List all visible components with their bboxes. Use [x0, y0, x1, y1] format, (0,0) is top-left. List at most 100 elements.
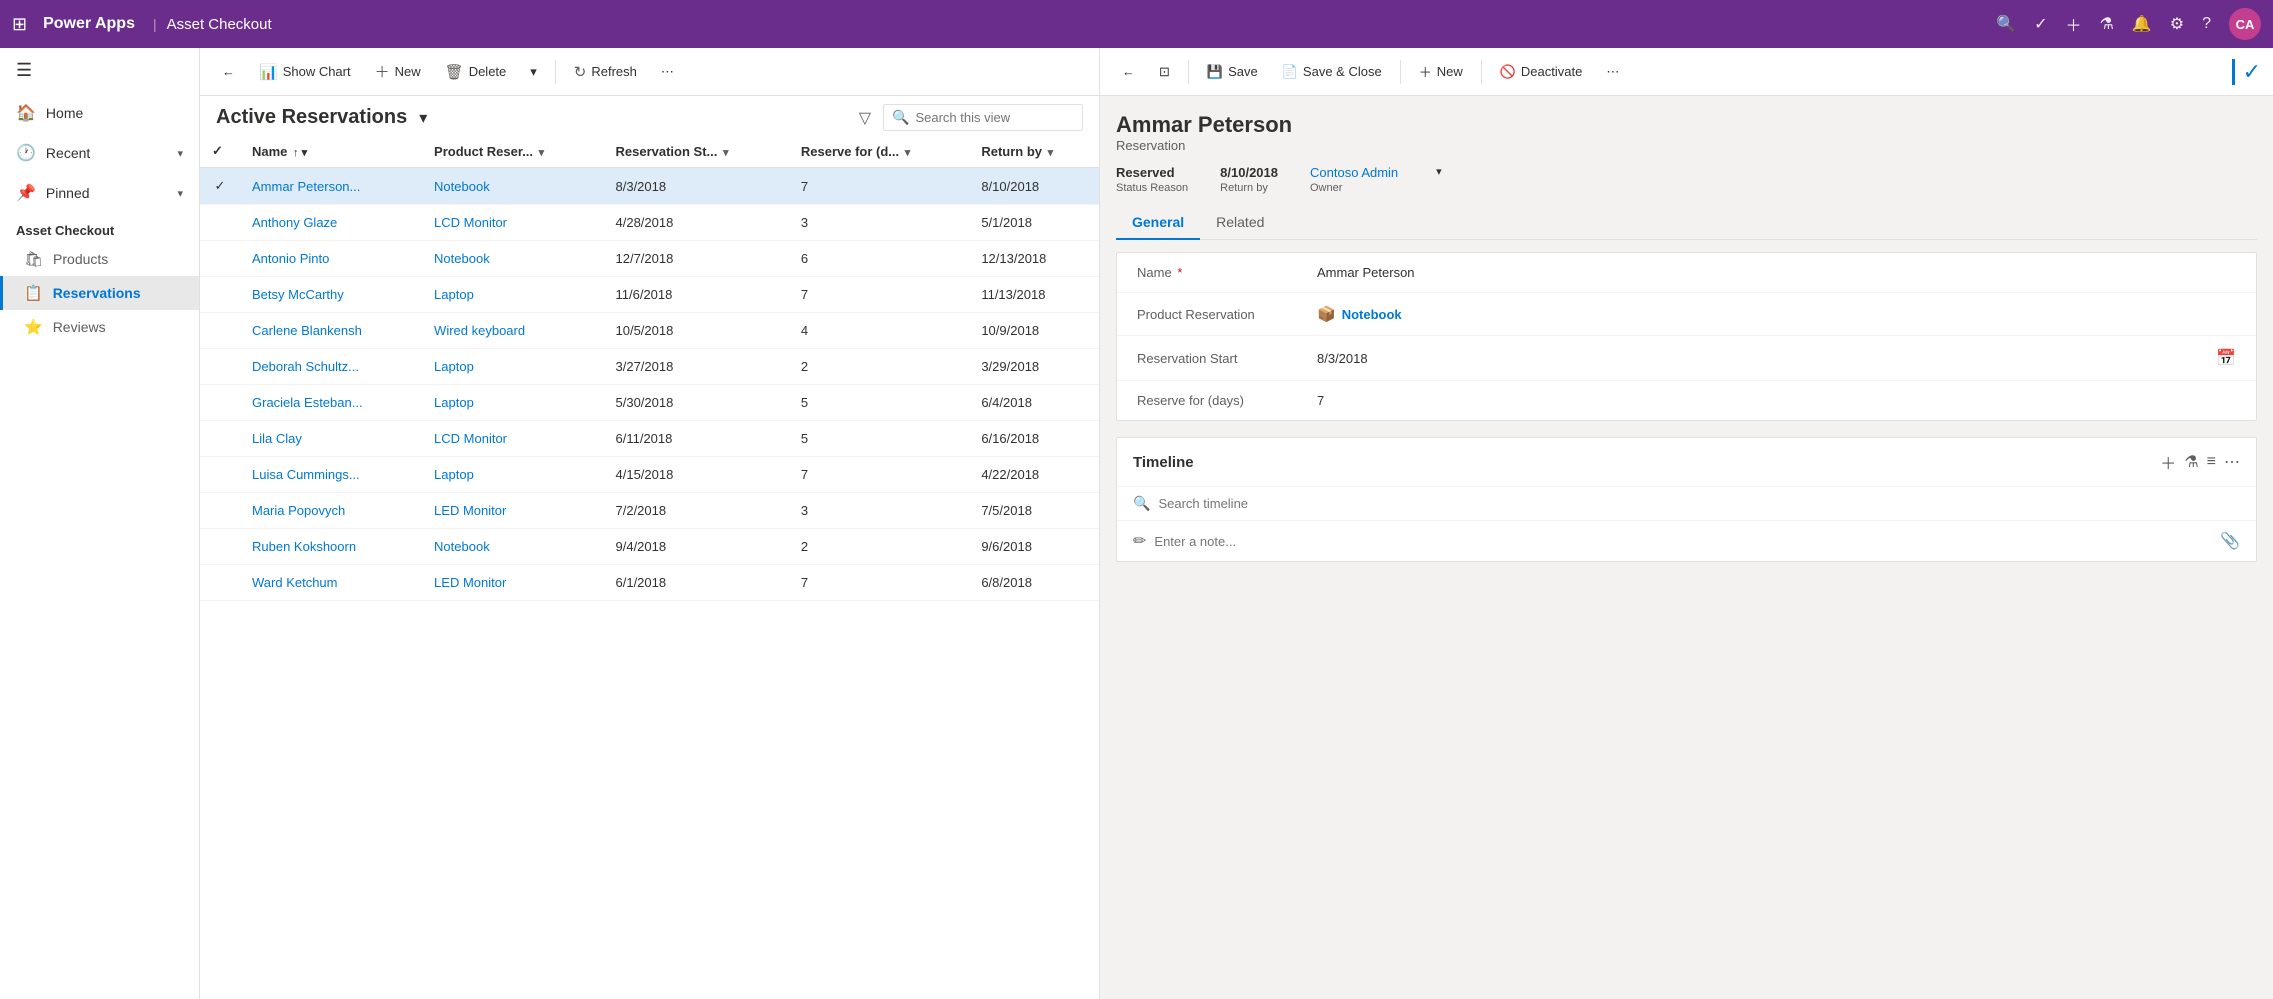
sidebar-toggle[interactable]: ☰ — [0, 48, 199, 93]
sidebar-item-recent[interactable]: 🕐 Recent ▾ — [0, 133, 199, 173]
row-check[interactable] — [200, 457, 240, 493]
table-row[interactable]: Anthony Glaze LCD Monitor 4/28/2018 3 5/… — [200, 205, 1099, 241]
row-name[interactable]: Ammar Peterson... — [240, 168, 422, 205]
sidebar-item-products[interactable]: 🛍 Products — [0, 242, 199, 276]
row-check[interactable]: ✓ — [200, 168, 240, 205]
timeline-note-input[interactable] — [1154, 534, 2212, 549]
reserve-for-value[interactable]: 7 — [1317, 393, 2236, 408]
row-check[interactable] — [200, 493, 240, 529]
name-link[interactable]: Lila Clay — [252, 431, 302, 446]
name-value[interactable]: Ammar Peterson — [1317, 265, 2236, 280]
table-row[interactable]: Ward Ketchum LED Monitor 6/1/2018 7 6/8/… — [200, 565, 1099, 601]
product-link[interactable]: LCD Monitor — [434, 215, 507, 230]
row-product[interactable]: Laptop — [422, 277, 603, 313]
tab-related[interactable]: Related — [1200, 206, 1280, 240]
row-name[interactable]: Ruben Kokshoorn — [240, 529, 422, 565]
row-name[interactable]: Graciela Esteban... — [240, 385, 422, 421]
row-product[interactable]: LCD Monitor — [422, 421, 603, 457]
timeline-filter-icon[interactable]: ⚗ — [2184, 452, 2198, 472]
search-input[interactable] — [915, 110, 1065, 125]
product-link[interactable]: Laptop — [434, 287, 474, 302]
col-product[interactable]: Product Reser... ▾ — [422, 135, 603, 168]
row-name[interactable]: Anthony Glaze — [240, 205, 422, 241]
col-reserve-for[interactable]: Reserve for (d... ▾ — [789, 135, 969, 168]
attach-icon[interactable]: 📎 — [2220, 531, 2240, 551]
timeline-more-icon[interactable]: ⋯ — [2224, 452, 2240, 472]
more-button[interactable]: ⋯ — [651, 58, 684, 86]
help-icon[interactable]: ? — [2202, 15, 2211, 33]
grid-icon[interactable]: ⊞ — [12, 14, 27, 35]
name-link[interactable]: Deborah Schultz... — [252, 359, 359, 374]
product-link[interactable]: LED Monitor — [434, 503, 506, 518]
row-name[interactable]: Betsy McCarthy — [240, 277, 422, 313]
row-product[interactable]: LCD Monitor — [422, 205, 603, 241]
table-row[interactable]: Betsy McCarthy Laptop 11/6/2018 7 11/13/… — [200, 277, 1099, 313]
product-link[interactable]: 📦 Notebook — [1317, 305, 1402, 323]
table-row[interactable]: Carlene Blankensh Wired keyboard 10/5/20… — [200, 313, 1099, 349]
name-link[interactable]: Luisa Cummings... — [252, 467, 360, 482]
table-row[interactable]: Antonio Pinto Notebook 12/7/2018 6 12/13… — [200, 241, 1099, 277]
calendar-icon[interactable]: 📅 — [2216, 348, 2236, 368]
product-link[interactable]: Notebook — [434, 179, 490, 194]
new-button[interactable]: ＋ New — [365, 55, 431, 88]
row-product[interactable]: Wired keyboard — [422, 313, 603, 349]
product-link[interactable]: Wired keyboard — [434, 323, 525, 338]
deactivate-button[interactable]: 🚫 Deactivate — [1490, 58, 1593, 86]
back-button[interactable]: ← — [212, 58, 245, 85]
product-link[interactable]: Laptop — [434, 395, 474, 410]
row-name[interactable]: Ward Ketchum — [240, 565, 422, 601]
name-link[interactable]: Ruben Kokshoorn — [252, 539, 356, 554]
save-button[interactable]: 💾 Save — [1197, 58, 1268, 86]
name-link[interactable]: Betsy McCarthy — [252, 287, 344, 302]
avatar[interactable]: CA — [2229, 8, 2261, 40]
row-name[interactable]: Antonio Pinto — [240, 241, 422, 277]
name-link[interactable]: Ammar Peterson... — [252, 179, 360, 194]
save-close-button[interactable]: 📄 Save & Close — [1272, 58, 1392, 86]
product-link[interactable]: LCD Monitor — [434, 431, 507, 446]
detail-view-button[interactable]: ⊡ — [1149, 58, 1180, 86]
table-row[interactable]: Deborah Schultz... Laptop 3/27/2018 2 3/… — [200, 349, 1099, 385]
row-name[interactable]: Maria Popovych — [240, 493, 422, 529]
product-link[interactable]: Notebook — [434, 539, 490, 554]
table-row[interactable]: ✓ Ammar Peterson... Notebook 8/3/2018 7 … — [200, 168, 1099, 205]
table-row[interactable]: Lila Clay LCD Monitor 6/11/2018 5 6/16/2… — [200, 421, 1099, 457]
row-name[interactable]: Carlene Blankensh — [240, 313, 422, 349]
col-return-by[interactable]: Return by ▾ — [969, 135, 1099, 168]
name-link[interactable]: Maria Popovych — [252, 503, 345, 518]
filter-icon[interactable]: ⚗ — [2099, 14, 2113, 34]
detail-back-button[interactable]: ← — [1112, 58, 1145, 85]
search-icon[interactable]: 🔍 — [1996, 14, 2016, 34]
timeline-list-icon[interactable]: ≡ — [2207, 453, 2216, 471]
list-filter-icon[interactable]: ▽ — [859, 108, 871, 128]
row-check[interactable] — [200, 205, 240, 241]
row-product[interactable]: Laptop — [422, 457, 603, 493]
product-link[interactable]: Notebook — [434, 251, 490, 266]
timeline-add-icon[interactable]: ＋ — [2160, 450, 2176, 474]
settings-icon[interactable]: ⚙ — [2170, 14, 2184, 34]
show-chart-button[interactable]: 📊 Show Chart — [249, 57, 361, 87]
name-link[interactable]: Anthony Glaze — [252, 215, 337, 230]
row-product[interactable]: LED Monitor — [422, 493, 603, 529]
row-check[interactable] — [200, 385, 240, 421]
name-link[interactable]: Ward Ketchum — [252, 575, 338, 590]
row-name[interactable]: Deborah Schultz... — [240, 349, 422, 385]
checkmark-icon[interactable]: ✓ — [2034, 14, 2047, 34]
row-product[interactable]: Notebook — [422, 168, 603, 205]
table-row[interactable]: Graciela Esteban... Laptop 5/30/2018 5 6… — [200, 385, 1099, 421]
product-link[interactable]: LED Monitor — [434, 575, 506, 590]
row-check[interactable] — [200, 241, 240, 277]
tab-general[interactable]: General — [1116, 206, 1200, 240]
bell-icon[interactable]: 🔔 — [2132, 14, 2152, 34]
row-check[interactable] — [200, 565, 240, 601]
name-link[interactable]: Carlene Blankensh — [252, 323, 362, 338]
delete-button[interactable]: 🗑 Delete — [435, 57, 517, 87]
row-check[interactable] — [200, 421, 240, 457]
refresh-button[interactable]: ↻ Refresh — [564, 57, 647, 87]
sidebar-item-pinned[interactable]: 📌 Pinned ▾ — [0, 173, 199, 213]
table-row[interactable]: Maria Popovych LED Monitor 7/2/2018 3 7/… — [200, 493, 1099, 529]
detail-more-button[interactable]: ⋯ — [1596, 58, 1629, 86]
row-check[interactable] — [200, 529, 240, 565]
col-start[interactable]: Reservation St... ▾ — [604, 135, 789, 168]
row-product[interactable]: LED Monitor — [422, 565, 603, 601]
owner-value[interactable]: Contoso Admin — [1310, 165, 1398, 180]
